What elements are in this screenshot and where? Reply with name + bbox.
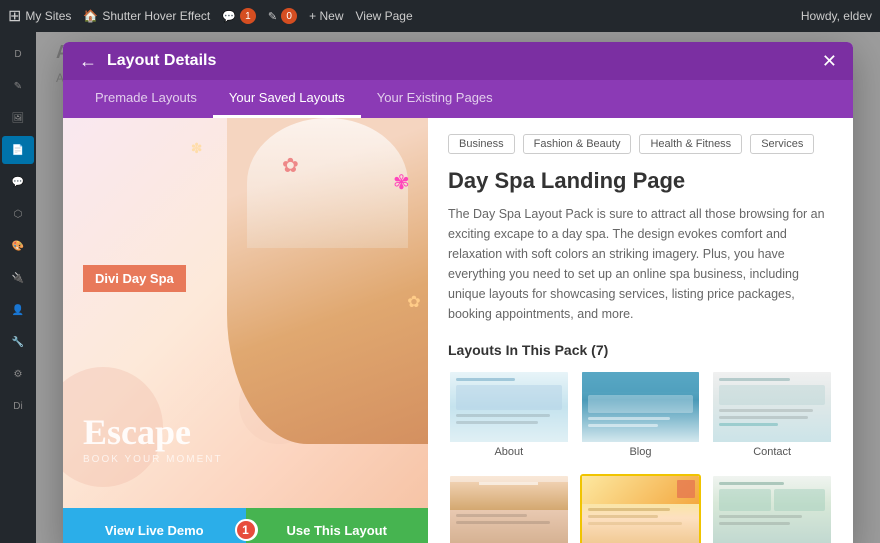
layout-thumb-about[interactable]: About xyxy=(448,370,570,464)
spa-brand-box: Divi Day Spa xyxy=(83,265,186,292)
sidebar-icon-plugins[interactable]: 🔌 xyxy=(2,264,34,292)
sidebar-icon-comments[interactable]: 💬 xyxy=(2,168,34,196)
howdy-label: Howdy, eldev xyxy=(801,9,872,23)
layout-thumb-dayspa[interactable]: Day Spa Servi... xyxy=(711,474,833,543)
category-tag-services[interactable]: Services xyxy=(750,134,814,154)
category-tag-health[interactable]: Health & Fitness xyxy=(639,134,742,154)
thumb-contact-img xyxy=(713,372,831,442)
sidebar-icon-pages[interactable]: 📄 xyxy=(2,136,34,164)
spa-subtitle: BOOK YOUR MOMENT xyxy=(83,454,408,465)
preview-buttons: View Live Demo 2 1 Use This Layout xyxy=(63,508,428,543)
thumb-contact-label: Contact xyxy=(713,442,831,462)
spa-brand-label: Divi Day Spa xyxy=(95,271,174,286)
category-tag-fashion[interactable]: Fashion & Beauty xyxy=(523,134,632,154)
sidebar-icon-appearance[interactable]: 🎨 xyxy=(2,232,34,260)
thumb-blog-img xyxy=(582,372,700,442)
modal-tabs: Premade Layouts Your Saved Layouts Your … xyxy=(63,80,853,118)
spa-woman-area xyxy=(227,118,428,444)
sidebar-icon-users[interactable]: 👤 xyxy=(2,296,34,324)
wp-logo-item[interactable]: ⊞ My Sites xyxy=(8,6,71,26)
layout-thumb-contact[interactable]: Contact xyxy=(711,370,833,464)
info-pane: Business Fashion & Beauty Health & Fitne… xyxy=(428,118,853,543)
sidebar-icon-media[interactable]: 🖼 xyxy=(2,104,34,132)
use-this-layout-button[interactable]: 1 Use This Layout xyxy=(246,508,429,543)
layout-thumb-blog[interactable]: Blog xyxy=(580,370,702,464)
view-page-link[interactable]: View Page xyxy=(356,9,413,23)
thumb-landing-img xyxy=(582,476,700,543)
modal-header: ← Layout Details ✕ xyxy=(63,42,853,80)
draft-badge: 0 xyxy=(281,8,297,24)
admin-bar-right: Howdy, eldev xyxy=(801,9,872,23)
flower-3: ✿ xyxy=(407,292,420,312)
content-area: All Pages Add New ← Layout Details ✕ Pre… xyxy=(36,32,880,543)
sidebar-icon-settings[interactable]: ⚙ xyxy=(2,360,34,388)
sidebar-icon-posts[interactable]: ✎ xyxy=(2,72,34,100)
layout-details-modal: ← Layout Details ✕ Premade Layouts Your … xyxy=(63,42,853,543)
layouts-title: Layouts In This Pack (7) xyxy=(448,342,833,358)
admin-bar: ⊞ My Sites 🏠 Shutter Hover Effect 💬 1 ✎ … xyxy=(0,0,880,32)
tab-saved-layouts[interactable]: Your Saved Layouts xyxy=(213,80,361,118)
thumb-about-label: About xyxy=(450,442,568,462)
use-badge: 1 xyxy=(235,519,257,541)
spa-overlay-text: Escape BOOK YOUR MOMENT xyxy=(83,414,408,465)
tab-existing-pages[interactable]: Your Existing Pages xyxy=(361,80,509,118)
thumb-about-img xyxy=(450,372,568,442)
escape-text: Escape xyxy=(83,414,408,450)
pack-title: Day Spa Landing Page xyxy=(448,168,833,194)
new-button[interactable]: + New xyxy=(309,9,343,23)
site-name-label: Shutter Hover Effect xyxy=(102,9,210,23)
comment-count-item[interactable]: 💬 1 xyxy=(222,8,256,24)
modal-title: Layout Details xyxy=(107,52,812,70)
site-name-item[interactable]: 🏠 Shutter Hover Effect xyxy=(83,9,210,23)
category-tags: Business Fashion & Beauty Health & Fitne… xyxy=(448,134,833,154)
spa-preview: ✿ ✾ ✿ ✽ Divi Day Spa Escape BOOK xyxy=(63,118,428,543)
tab-premade-layouts[interactable]: Premade Layouts xyxy=(79,80,213,118)
flower-4: ✽ xyxy=(191,140,203,157)
main-layout: D ✎ 🖼 📄 💬 ⬡ 🎨 🔌 👤 🔧 ⚙ Di All Pages Add N… xyxy=(0,32,880,543)
modal-overlay: ← Layout Details ✕ Premade Layouts Your … xyxy=(36,32,880,543)
spa-towel xyxy=(247,118,408,248)
sidebar-icon-divi[interactable]: Di xyxy=(2,392,34,420)
thumb-dayspa-img xyxy=(713,476,831,543)
modal-body: ✿ ✾ ✿ ✽ Divi Day Spa Escape BOOK xyxy=(63,118,853,543)
flower-1: ✿ xyxy=(282,153,299,178)
category-tag-business[interactable]: Business xyxy=(448,134,515,154)
thumb-blog-label: Blog xyxy=(582,442,700,462)
close-button[interactable]: ✕ xyxy=(822,52,837,70)
preview-pane: ✿ ✾ ✿ ✽ Divi Day Spa Escape BOOK xyxy=(63,118,428,543)
my-sites-label: My Sites xyxy=(25,9,71,23)
flower-2: ✾ xyxy=(393,170,410,195)
thumb-home-img xyxy=(450,476,568,543)
sidebar: D ✎ 🖼 📄 💬 ⬡ 🎨 🔌 👤 🔧 ⚙ Di xyxy=(0,32,36,543)
admin-bar-left: ⊞ My Sites 🏠 Shutter Hover Effect 💬 1 ✎ … xyxy=(8,6,801,26)
layout-thumb-landing[interactable]: Landing xyxy=(580,474,702,543)
sidebar-icon-dashboard[interactable]: D xyxy=(2,40,34,68)
view-live-demo-button[interactable]: View Live Demo 2 xyxy=(63,508,246,543)
layout-thumb-home[interactable]: Home xyxy=(448,474,570,543)
wp-logo-icon: ⊞ xyxy=(8,6,21,26)
comment-badge: 1 xyxy=(240,8,256,24)
pack-description: The Day Spa Layout Pack is sure to attra… xyxy=(448,204,833,324)
sidebar-icon-tools[interactable]: 🔧 xyxy=(2,328,34,356)
back-button[interactable]: ← xyxy=(79,52,97,70)
draft-count-item[interactable]: ✎ 0 xyxy=(268,8,297,24)
layouts-grid: About Blog xyxy=(448,370,833,543)
sidebar-icon-projects[interactable]: ⬡ xyxy=(2,200,34,228)
